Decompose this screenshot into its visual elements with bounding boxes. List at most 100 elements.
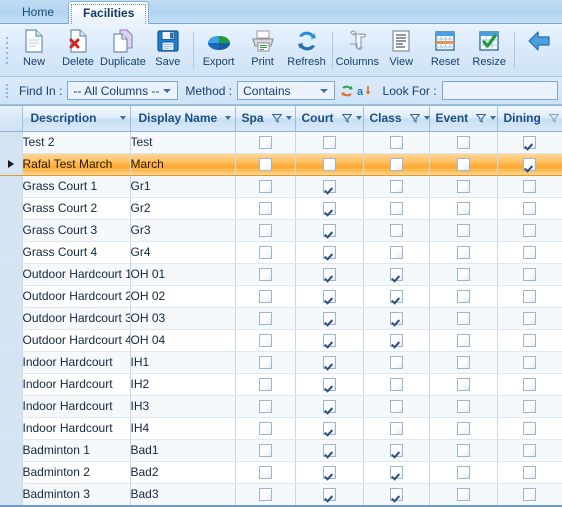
court-checkbox[interactable] <box>322 246 336 260</box>
cell-display-name[interactable]: IH3 <box>130 395 236 418</box>
cell-dining[interactable] <box>497 153 562 176</box>
cell-court[interactable] <box>295 175 364 198</box>
cell-display-name[interactable]: OH 02 <box>130 285 236 308</box>
event-checkbox[interactable] <box>456 378 470 392</box>
cell-class[interactable] <box>363 197 430 220</box>
chevron-down-icon[interactable] <box>355 116 362 121</box>
cell-class[interactable] <box>363 351 430 374</box>
cell-class[interactable] <box>363 461 430 484</box>
cell-class[interactable] <box>363 175 430 198</box>
spa-checkbox[interactable] <box>258 224 272 238</box>
class-checkbox[interactable] <box>389 444 403 458</box>
tab-facilities[interactable]: Facilities <box>68 1 150 24</box>
event-checkbox[interactable] <box>456 158 470 172</box>
previous-button[interactable] <box>518 25 562 75</box>
cell-description[interactable]: Indoor Hardcourt <box>22 351 131 374</box>
chevron-down-icon[interactable] <box>285 116 292 121</box>
court-checkbox[interactable] <box>322 224 336 238</box>
cell-display-name[interactable]: IH4 <box>130 417 236 440</box>
cell-description[interactable]: Outdoor Hardcourt 3 <box>22 307 131 330</box>
class-checkbox[interactable] <box>389 224 403 238</box>
cell-spa[interactable] <box>235 241 296 264</box>
cell-dining[interactable] <box>497 483 562 506</box>
cell-event[interactable] <box>429 351 498 374</box>
cell-class[interactable] <box>363 395 430 418</box>
cell-event[interactable] <box>429 307 498 330</box>
find-in-select[interactable]: -- All Columns -- <box>67 81 179 100</box>
cell-display-name[interactable]: Gr2 <box>130 197 236 220</box>
cell-event[interactable] <box>429 483 498 506</box>
spa-checkbox[interactable] <box>258 246 272 260</box>
cell-description[interactable]: Test 2 <box>22 131 131 154</box>
table-row[interactable]: Outdoor Hardcourt 4 OH 04 <box>0 329 562 352</box>
cell-display-name[interactable]: Bad2 <box>130 461 236 484</box>
filter-funnel-icon[interactable] <box>548 113 559 123</box>
court-checkbox[interactable] <box>322 466 336 480</box>
cell-event[interactable] <box>429 175 498 198</box>
dining-checkbox[interactable] <box>523 246 537 260</box>
event-checkbox[interactable] <box>456 334 470 348</box>
court-checkbox[interactable] <box>322 356 336 370</box>
table-row[interactable]: Badminton 2 Bad2 <box>0 461 562 484</box>
court-checkbox[interactable] <box>322 268 336 282</box>
column-header-event[interactable]: Event <box>429 106 498 132</box>
table-row[interactable]: Grass Court 1 Gr1 <box>0 175 562 198</box>
cell-display-name[interactable]: Gr3 <box>130 219 236 242</box>
event-checkbox[interactable] <box>456 202 470 216</box>
table-row[interactable]: Outdoor Hardcourt 1 OH 01 <box>0 263 562 286</box>
table-row[interactable]: Indoor Hardcourt IH4 <box>0 417 562 440</box>
class-checkbox[interactable] <box>389 334 403 348</box>
cell-description[interactable]: Badminton 2 <box>22 461 131 484</box>
spa-checkbox[interactable] <box>258 444 272 458</box>
cell-spa[interactable] <box>235 175 296 198</box>
cell-class[interactable] <box>363 307 430 330</box>
reset-button[interactable]: Reset <box>423 25 467 75</box>
dining-checkbox[interactable] <box>523 378 537 392</box>
table-row[interactable]: Grass Court 3 Gr3 <box>0 219 562 242</box>
table-row[interactable]: Badminton 3 Bad3 <box>0 483 562 506</box>
dining-checkbox[interactable] <box>523 158 537 172</box>
court-checkbox[interactable] <box>322 488 336 502</box>
event-checkbox[interactable] <box>456 246 470 260</box>
cell-spa[interactable] <box>235 461 296 484</box>
cell-court[interactable] <box>295 439 364 462</box>
event-checkbox[interactable] <box>456 488 470 502</box>
cell-spa[interactable] <box>235 131 296 154</box>
row-selector-cell[interactable] <box>0 439 23 462</box>
row-selector-cell[interactable] <box>0 153 23 176</box>
chevron-down-icon[interactable] <box>225 116 232 121</box>
cell-class[interactable] <box>363 219 430 242</box>
cell-spa[interactable] <box>235 351 296 374</box>
cell-class[interactable] <box>363 483 430 506</box>
cell-court[interactable] <box>295 307 364 330</box>
cell-display-name[interactable]: Gr4 <box>130 241 236 264</box>
cell-display-name[interactable]: IH1 <box>130 351 236 374</box>
column-header-spa[interactable]: Spa <box>235 106 296 132</box>
dining-checkbox[interactable] <box>523 444 537 458</box>
cell-dining[interactable] <box>497 373 562 396</box>
cell-class[interactable] <box>363 439 430 462</box>
cell-court[interactable] <box>295 461 364 484</box>
duplicate-button[interactable]: Duplicate <box>100 25 146 75</box>
row-selector-cell[interactable] <box>0 351 23 374</box>
event-checkbox[interactable] <box>456 312 470 326</box>
cell-description[interactable]: Indoor Hardcourt <box>22 417 131 440</box>
row-selector-cell[interactable] <box>0 417 23 440</box>
dining-checkbox[interactable] <box>523 488 537 502</box>
column-header-display-name[interactable]: Display Name <box>130 106 236 132</box>
spa-checkbox[interactable] <box>258 268 272 282</box>
cell-description[interactable]: Grass Court 3 <box>22 219 131 242</box>
dining-checkbox[interactable] <box>523 202 537 216</box>
cell-display-name[interactable]: IH2 <box>130 373 236 396</box>
table-row[interactable]: Test 2 Test <box>0 131 562 154</box>
cell-description[interactable]: Badminton 1 <box>22 439 131 462</box>
class-checkbox[interactable] <box>389 466 403 480</box>
cell-court[interactable] <box>295 329 364 352</box>
filter-funnel-icon[interactable] <box>476 113 487 123</box>
cell-event[interactable] <box>429 373 498 396</box>
cell-spa[interactable] <box>235 329 296 352</box>
dining-checkbox[interactable] <box>523 180 537 194</box>
cell-dining[interactable] <box>497 263 562 286</box>
cell-dining[interactable] <box>497 351 562 374</box>
table-row[interactable]: Indoor Hardcourt IH1 <box>0 351 562 374</box>
